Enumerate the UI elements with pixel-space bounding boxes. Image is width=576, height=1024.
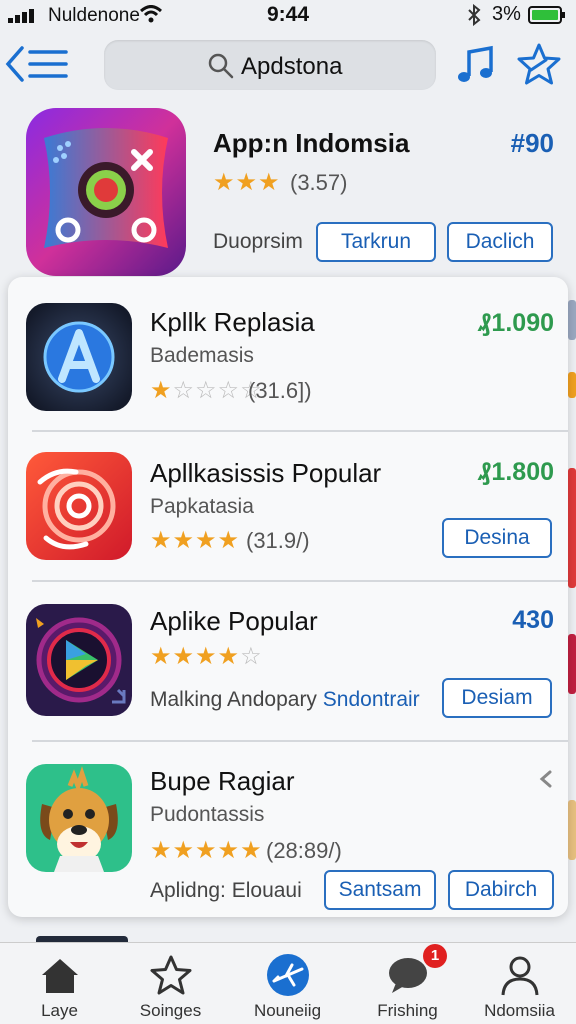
developer-name: Aplidng: Elouaui [150, 879, 302, 902]
app-icon[interactable] [26, 452, 132, 560]
status-bar: Nuldenone 9:44 3% [0, 0, 576, 32]
featured-app-icon[interactable] [26, 108, 186, 276]
featured-rating-value: (3.57) [290, 170, 348, 195]
stars-empty: ☆ [240, 643, 263, 670]
list-item[interactable]: Kpllk Replasia ₰1.090 Bademasis ★☆☆☆☆ (3… [8, 277, 568, 432]
rating-stars: ★★★★ [150, 526, 240, 555]
back-menu-icon[interactable] [4, 44, 68, 84]
app-price: ₰1.090 [477, 309, 554, 337]
developer-link[interactable]: Sndontrair [323, 688, 420, 711]
featured-app-price: #90 [510, 128, 554, 158]
side-peek [568, 300, 576, 340]
tab-home[interactable]: Laye [2, 943, 117, 1024]
app-icon[interactable] [26, 604, 132, 716]
rating-value: (28:89/) [266, 838, 342, 863]
list-item[interactable]: Bupe Ragiar Pudontassis ★★★★★ (28:89/) A… [8, 742, 568, 917]
developer-name: Malking Andopary [150, 688, 317, 711]
search-text: Apdstona [241, 53, 343, 80]
tab-profile[interactable]: Ndomsiia [462, 943, 576, 1024]
app-title: Kpllk Replasia [150, 307, 315, 337]
featured-app-subtitle: Duoprsim [213, 230, 303, 253]
app-list: Kpllk Replasia ₰1.090 Bademasis ★☆☆☆☆ (3… [8, 277, 568, 917]
app-subtitle: Papkatasia [150, 495, 254, 518]
list-item[interactable]: Aplike Popular 430 ★★★★☆ Malking Andopar… [8, 582, 568, 742]
tab-label: Soinges [139, 1001, 202, 1020]
rating-value: (31.9/) [246, 528, 310, 553]
favorites-star-icon[interactable] [516, 42, 562, 86]
app-icon[interactable] [26, 764, 132, 872]
rating-value: (31.6]) [248, 378, 312, 403]
bluetooth-icon [468, 4, 481, 26]
app-title: Aplike Popular [150, 606, 318, 636]
app-subtitle: Pudontassis [150, 803, 265, 826]
list-item[interactable]: Apllkasissis Popular ₰1.800 Papkatasia ★… [8, 432, 568, 582]
featured-button-2[interactable]: Daclich [447, 222, 553, 262]
search-icon [208, 53, 234, 79]
featured-app-title: App:n Indomsia [213, 128, 410, 158]
app-price: ₰1.800 [477, 458, 554, 486]
app-price: 430 [512, 606, 554, 634]
featured-button-1[interactable]: Tarkrun [316, 222, 436, 262]
tab-label: Nouneiig [253, 1001, 322, 1020]
music-note-icon[interactable] [455, 44, 497, 86]
tab-messages[interactable]: Frishing [350, 943, 465, 1024]
tab-label: Frishing [377, 1001, 438, 1020]
stars-filled: ★★★★★ [150, 837, 263, 864]
battery-icon [528, 6, 565, 24]
tab-travel[interactable]: Nouneiig [230, 943, 345, 1024]
battery-percent: 3% [492, 3, 521, 25]
tab-bar: Laye Soinges Nouneiig Frishing Ndomsiia [0, 942, 576, 1024]
app-subtitle: Bademasis [150, 344, 254, 367]
notification-badge: 1 [423, 944, 447, 968]
action-button-2[interactable]: Dabirch [448, 870, 554, 910]
chevron-left-icon[interactable] [538, 768, 554, 790]
developer-info: Malking Andopary Sndontrair [150, 688, 420, 712]
side-peek [568, 372, 576, 398]
tab-label: Laye [41, 1001, 78, 1020]
featured-app[interactable]: App:n Indomsia #90 ★★★ (3.57) Duoprsim T… [0, 104, 576, 279]
side-peek [568, 800, 576, 860]
tab-favorites[interactable]: Soinges [113, 943, 228, 1024]
star-icon [150, 955, 192, 995]
rating-stars: ★☆☆☆☆ [150, 376, 263, 405]
search-bar[interactable]: Apdstona [104, 40, 436, 90]
stars-filled: ★★★★ [150, 643, 241, 670]
rating-stars: ★★★★★ [150, 836, 263, 865]
action-button-1[interactable]: Santsam [324, 870, 436, 910]
header: Apdstona [0, 36, 576, 96]
clock: 9:44 [266, 3, 310, 26]
rating-stars: ★★★★☆ [150, 642, 263, 671]
tab-label: Ndomsiia [484, 1001, 555, 1020]
featured-rating-stars: ★★★ [213, 169, 281, 196]
app-icon[interactable] [26, 303, 132, 411]
side-peek [568, 468, 576, 588]
home-icon [42, 959, 78, 993]
profile-icon [501, 956, 539, 996]
stars-filled: ★ [150, 377, 173, 404]
airplane-icon [267, 954, 309, 996]
stars-filled: ★★★★ [150, 527, 241, 554]
side-peek [568, 634, 576, 694]
install-button[interactable]: Desina [442, 518, 552, 558]
app-title: Bupe Ragiar [150, 766, 295, 796]
install-button[interactable]: Desiam [442, 678, 552, 718]
app-title: Apllkasissis Popular [150, 458, 382, 488]
